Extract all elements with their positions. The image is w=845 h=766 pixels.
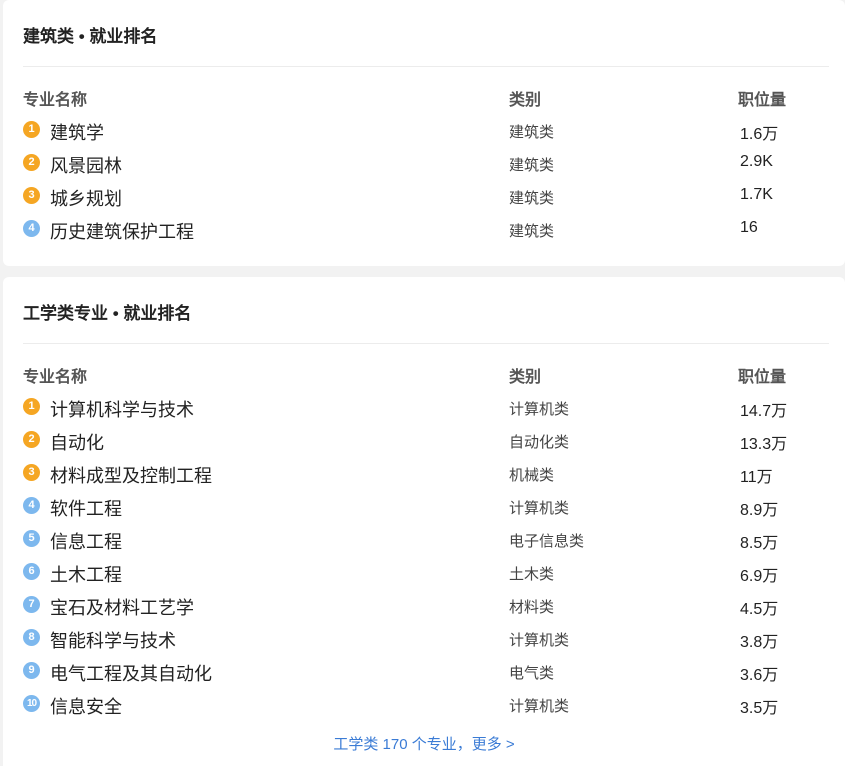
major-category: 建筑类 bbox=[509, 157, 555, 174]
table-header: 专业名称 类别 职位量 bbox=[3, 86, 845, 110]
rank-badge: 9 bbox=[23, 662, 40, 679]
rank-badge: 1 bbox=[23, 121, 40, 138]
rank-badge: 8 bbox=[23, 629, 40, 646]
table-row[interactable]: 6 土木工程 土木类 6.9万 bbox=[3, 555, 845, 588]
divider bbox=[23, 343, 829, 344]
table-row[interactable]: 5 信息工程 电子信息类 8.5万 bbox=[3, 522, 845, 555]
job-count: 1.6万 bbox=[740, 126, 779, 143]
rank-badge: 3 bbox=[23, 464, 40, 481]
divider bbox=[23, 66, 829, 67]
job-count: 11万 bbox=[740, 469, 773, 486]
major-name[interactable]: 自动化 bbox=[50, 429, 104, 455]
table-row[interactable]: 8 智能科学与技术 计算机类 3.8万 bbox=[3, 621, 845, 654]
table-row[interactable]: 10 信息安全 计算机类 3.5万 bbox=[3, 687, 845, 720]
major-name[interactable]: 电气工程及其自动化 bbox=[50, 660, 212, 686]
job-count: 2.9K bbox=[740, 153, 773, 170]
table-row[interactable]: 1 建筑学 建筑类 1.6万 bbox=[3, 113, 845, 146]
job-count: 16 bbox=[740, 219, 758, 236]
major-name[interactable]: 软件工程 bbox=[50, 495, 122, 521]
architecture-ranking-card: 建筑类 • 就业排名 专业名称 类别 职位量 1 建筑学 建筑类 1.6万 2 … bbox=[3, 0, 845, 266]
table-body: 1 计算机科学与技术 计算机类 14.7万 2 自动化 自动化类 13.3万 3… bbox=[3, 390, 845, 720]
table-row[interactable]: 2 风景园林 建筑类 2.9K bbox=[3, 146, 845, 179]
job-count: 4.5万 bbox=[740, 601, 779, 618]
major-name[interactable]: 土木工程 bbox=[50, 561, 122, 587]
major-category: 建筑类 bbox=[509, 190, 555, 207]
table-row[interactable]: 2 自动化 自动化类 13.3万 bbox=[3, 423, 845, 456]
job-count: 8.5万 bbox=[740, 535, 779, 552]
rank-badge: 1 bbox=[23, 398, 40, 415]
header-major-name: 专业名称 bbox=[23, 92, 88, 109]
major-category: 建筑类 bbox=[509, 124, 555, 141]
major-name[interactable]: 城乡规划 bbox=[50, 185, 122, 211]
major-name[interactable]: 历史建筑保护工程 bbox=[50, 218, 194, 244]
table-row[interactable]: 4 软件工程 计算机类 8.9万 bbox=[3, 489, 845, 522]
job-count: 8.9万 bbox=[740, 502, 779, 519]
rank-badge: 7 bbox=[23, 596, 40, 613]
major-category: 电子信息类 bbox=[509, 533, 585, 550]
rank-badge: 6 bbox=[23, 563, 40, 580]
rank-badge: 2 bbox=[23, 154, 40, 171]
header-category: 类别 bbox=[509, 92, 542, 109]
major-category: 土木类 bbox=[509, 566, 555, 583]
major-category: 自动化类 bbox=[509, 434, 570, 451]
major-name[interactable]: 智能科学与技术 bbox=[50, 627, 176, 653]
job-count: 13.3万 bbox=[740, 436, 788, 453]
major-name[interactable]: 计算机科学与技术 bbox=[50, 396, 194, 422]
header-job-count: 职位量 bbox=[738, 92, 787, 109]
table-row[interactable]: 3 材料成型及控制工程 机械类 11万 bbox=[3, 456, 845, 489]
table-row[interactable]: 7 宝石及材料工艺学 材料类 4.5万 bbox=[3, 588, 845, 621]
rank-badge: 10 bbox=[23, 695, 40, 712]
major-name[interactable]: 风景园林 bbox=[50, 152, 122, 178]
header-category: 类别 bbox=[509, 369, 542, 386]
major-name[interactable]: 宝石及材料工艺学 bbox=[50, 594, 194, 620]
rank-badge: 4 bbox=[23, 220, 40, 237]
major-category: 建筑类 bbox=[509, 223, 555, 240]
major-category: 计算机类 bbox=[509, 698, 570, 715]
major-category: 材料类 bbox=[509, 599, 555, 616]
job-count: 6.9万 bbox=[740, 568, 779, 585]
major-name[interactable]: 信息安全 bbox=[50, 693, 122, 719]
job-count: 3.5万 bbox=[740, 700, 779, 717]
job-count: 3.6万 bbox=[740, 667, 779, 684]
header-job-count: 职位量 bbox=[738, 369, 787, 386]
more-majors-link[interactable]: 工学类 170 个专业，更多 > bbox=[3, 733, 845, 754]
header-major-name: 专业名称 bbox=[23, 369, 88, 386]
rank-badge: 2 bbox=[23, 431, 40, 448]
major-name[interactable]: 建筑学 bbox=[50, 119, 104, 145]
major-category: 计算机类 bbox=[509, 401, 570, 418]
rank-badge: 3 bbox=[23, 187, 40, 204]
section-title: 工学类专业 • 就业排名 bbox=[23, 304, 192, 323]
major-category: 计算机类 bbox=[509, 500, 570, 517]
section-title: 建筑类 • 就业排名 bbox=[23, 27, 158, 46]
rank-badge: 4 bbox=[23, 497, 40, 514]
job-count: 14.7万 bbox=[740, 403, 788, 420]
major-name[interactable]: 信息工程 bbox=[50, 528, 122, 554]
major-category: 计算机类 bbox=[509, 632, 570, 649]
major-category: 电气类 bbox=[509, 665, 555, 682]
table-row[interactable]: 1 计算机科学与技术 计算机类 14.7万 bbox=[3, 390, 845, 423]
table-body: 1 建筑学 建筑类 1.6万 2 风景园林 建筑类 2.9K 3 城乡规划 建筑… bbox=[3, 113, 845, 245]
job-count: 1.7K bbox=[740, 186, 773, 203]
major-name[interactable]: 材料成型及控制工程 bbox=[50, 462, 212, 488]
engineering-ranking-card: 工学类专业 • 就业排名 专业名称 类别 职位量 1 计算机科学与技术 计算机类… bbox=[3, 277, 845, 766]
major-category: 机械类 bbox=[509, 467, 555, 484]
table-row[interactable]: 4 历史建筑保护工程 建筑类 16 bbox=[3, 212, 845, 245]
table-header: 专业名称 类别 职位量 bbox=[3, 363, 845, 387]
table-row[interactable]: 3 城乡规划 建筑类 1.7K bbox=[3, 179, 845, 212]
job-count: 3.8万 bbox=[740, 634, 779, 651]
rank-badge: 5 bbox=[23, 530, 40, 547]
table-row[interactable]: 9 电气工程及其自动化 电气类 3.6万 bbox=[3, 654, 845, 687]
